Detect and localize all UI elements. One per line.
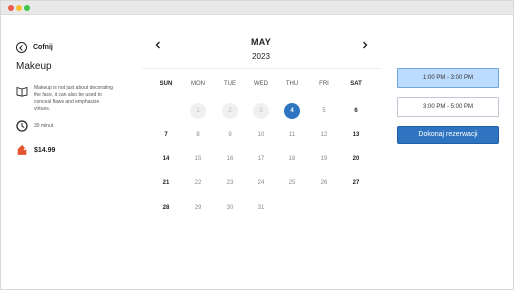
calendar-year: 2023 xyxy=(252,52,270,61)
calendar-day[interactable]: 25 xyxy=(284,175,300,191)
calendar-day[interactable]: 20 xyxy=(348,151,364,167)
calendar-day[interactable]: 13 xyxy=(348,127,364,143)
calendar-day[interactable]: 29 xyxy=(190,200,206,216)
calendar-divider xyxy=(142,68,380,69)
weekday-label: TUE xyxy=(224,81,236,87)
chevron-left-icon xyxy=(155,41,160,49)
calendar-day[interactable]: 21 xyxy=(158,175,174,191)
calendar-day[interactable]: 30 xyxy=(222,200,238,216)
weekday-label: SUN xyxy=(159,81,173,87)
chevron-right-icon xyxy=(363,41,368,49)
calendar-day[interactable]: 15 xyxy=(190,151,206,167)
calendar-day[interactable]: 27 xyxy=(348,175,364,191)
window-titlebar xyxy=(1,1,513,15)
time-slot-button[interactable]: 3:00 PM - 5:00 PM xyxy=(397,97,499,117)
back-button[interactable]: Cofnij xyxy=(16,41,53,53)
book-icon xyxy=(16,86,28,97)
calendar-day[interactable]: 28 xyxy=(158,200,174,216)
weekday-label: WED xyxy=(254,81,268,87)
calendar-day[interactable]: 7 xyxy=(158,127,174,143)
calendar-day[interactable]: 9 xyxy=(222,127,238,143)
calendar-day[interactable]: 18 xyxy=(284,151,300,167)
next-month-button[interactable] xyxy=(362,41,368,52)
calendar-day[interactable]: 1 xyxy=(190,103,206,119)
calendar-day[interactable]: 8 xyxy=(190,127,206,143)
calendar-day[interactable]: 3 xyxy=(253,103,269,119)
service-duration: 30 minut xyxy=(34,123,54,129)
calendar-day[interactable]: 19 xyxy=(316,151,332,167)
calendar-month: MAY xyxy=(251,37,272,47)
calendar-day[interactable]: 12 xyxy=(316,127,332,143)
previous-month-button[interactable] xyxy=(155,41,161,52)
window-close-dot[interactable] xyxy=(8,5,14,11)
service-description: Makeup is not just about decorating the … xyxy=(34,85,113,112)
calendar-day-selected[interactable]: 4 xyxy=(284,103,300,119)
time-slot-button[interactable]: 1:00 PM - 3:00 PM xyxy=(397,68,499,88)
browser-window: Cofnij Makeup Makeup is not just about d… xyxy=(0,0,514,290)
calendar-day[interactable]: 5 xyxy=(316,103,332,119)
calendar-day[interactable]: 31 xyxy=(253,200,269,216)
window-maximize-dot[interactable] xyxy=(24,5,30,11)
calendar-day[interactable]: 22 xyxy=(190,175,206,191)
book-appointment-button[interactable]: Dokonaj rezerwacji xyxy=(397,126,499,144)
clock-icon xyxy=(16,120,28,132)
window-minimize-dot[interactable] xyxy=(16,5,22,11)
calendar-day[interactable]: 10 xyxy=(253,127,269,143)
calendar-day[interactable]: 23 xyxy=(222,175,238,191)
calendar-day[interactable]: 11 xyxy=(284,127,300,143)
calendar-day[interactable]: 24 xyxy=(253,175,269,191)
service-duration-row: 30 minut xyxy=(16,120,53,132)
service-price-row: $14.99 xyxy=(16,145,55,157)
weekday-label: THU xyxy=(285,81,299,87)
back-arrow-icon xyxy=(16,41,27,53)
service-price: $14.99 xyxy=(34,147,56,154)
back-label: Cofnij xyxy=(33,43,53,51)
calendar-day[interactable]: 26 xyxy=(316,175,332,191)
calendar-day[interactable]: 6 xyxy=(348,103,364,119)
calendar-day[interactable]: 17 xyxy=(253,151,269,167)
calendar-day[interactable]: 14 xyxy=(158,151,174,167)
weekday-label: SAT xyxy=(350,81,362,87)
calendar-day[interactable]: 16 xyxy=(222,151,238,167)
price-tag-icon xyxy=(17,145,27,155)
weekday-label: FRI xyxy=(319,81,329,87)
calendar-day[interactable]: 2 xyxy=(222,103,238,119)
weekday-label: MON xyxy=(191,81,205,87)
service-title: Makeup xyxy=(16,61,52,72)
service-description-row: Makeup is not just about decorating the … xyxy=(16,85,116,113)
